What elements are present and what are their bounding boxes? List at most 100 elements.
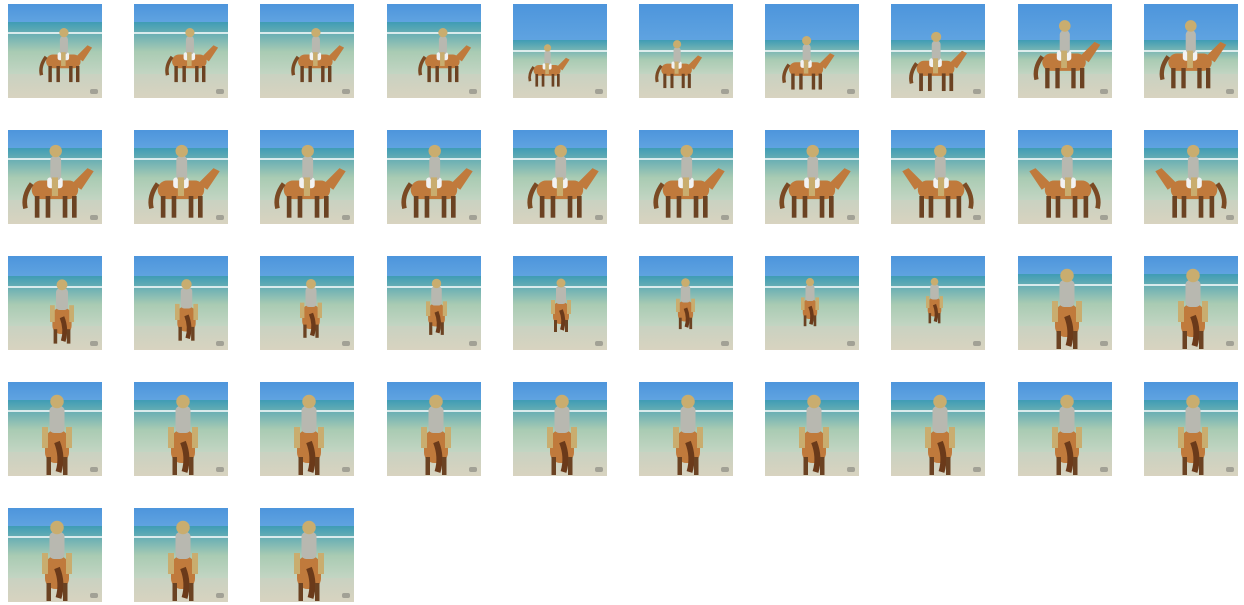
gallery-thumbnail[interactable] xyxy=(260,130,354,224)
sky-area xyxy=(891,256,985,276)
horse-rider-icon xyxy=(291,28,345,83)
watermark-logo xyxy=(973,215,981,220)
gallery-thumbnail[interactable] xyxy=(387,382,481,476)
watermark-logo xyxy=(342,593,350,598)
horse-rider-icon xyxy=(42,394,72,475)
sky-area xyxy=(765,256,859,276)
gallery-thumbnail[interactable] xyxy=(134,4,228,98)
watermark-logo xyxy=(973,467,981,472)
horse-rider-icon xyxy=(547,394,577,475)
gallery-thumbnail[interactable] xyxy=(1018,4,1112,98)
watermark-logo xyxy=(973,341,981,346)
gallery-thumbnail[interactable] xyxy=(639,130,733,224)
watermark-logo xyxy=(90,593,98,598)
watermark-logo xyxy=(90,215,98,220)
gallery-thumbnail[interactable] xyxy=(639,382,733,476)
horse-rider-icon xyxy=(50,279,74,344)
horse-rider-icon xyxy=(401,144,473,218)
horse-rider-icon xyxy=(294,394,324,475)
gallery-thumbnail[interactable] xyxy=(260,256,354,350)
gallery-thumbnail[interactable] xyxy=(1018,382,1112,476)
watermark-logo xyxy=(1100,467,1108,472)
gallery-thumbnail[interactable] xyxy=(891,382,985,476)
gallery-thumbnail[interactable] xyxy=(1144,382,1238,476)
gallery-thumbnail[interactable] xyxy=(260,508,354,602)
watermark-logo xyxy=(216,89,224,94)
watermark-logo xyxy=(721,467,729,472)
gallery-thumbnail[interactable] xyxy=(8,256,102,350)
horse-rider-icon xyxy=(426,278,447,335)
watermark-logo xyxy=(216,593,224,598)
gallery-thumbnail[interactable] xyxy=(513,130,607,224)
gallery-thumbnail[interactable] xyxy=(891,4,985,98)
horse-rider-icon xyxy=(1178,268,1208,349)
watermark-logo xyxy=(595,215,603,220)
gallery-thumbnail[interactable] xyxy=(134,256,228,350)
sky-area xyxy=(260,256,354,276)
watermark-logo xyxy=(847,467,855,472)
gallery-thumbnail[interactable] xyxy=(260,4,354,98)
gallery-thumbnail[interactable] xyxy=(1144,130,1238,224)
gallery-thumbnail[interactable] xyxy=(8,508,102,602)
watermark-logo xyxy=(595,467,603,472)
watermark-logo xyxy=(469,467,477,472)
gallery-thumbnail[interactable] xyxy=(513,256,607,350)
watermark-logo xyxy=(721,89,729,94)
horse-rider-icon xyxy=(42,520,72,601)
horse-rider-icon xyxy=(551,278,571,332)
sand-area xyxy=(891,326,985,350)
gallery-thumbnail[interactable] xyxy=(1144,4,1238,98)
gallery-thumbnail[interactable] xyxy=(513,382,607,476)
gallery-thumbnail[interactable] xyxy=(8,4,102,98)
watermark-logo xyxy=(1100,341,1108,346)
watermark-logo xyxy=(469,341,477,346)
gallery-thumbnail[interactable] xyxy=(639,256,733,350)
watermark-logo xyxy=(342,467,350,472)
watermark-logo xyxy=(1226,89,1234,94)
gallery-thumbnail[interactable] xyxy=(134,130,228,224)
gallery-thumbnail[interactable] xyxy=(765,4,859,98)
gallery-thumbnail[interactable] xyxy=(387,130,481,224)
sky-area xyxy=(639,256,733,276)
gallery-thumbnail[interactable] xyxy=(513,4,607,98)
sky-area xyxy=(8,256,102,276)
horse-rider-icon xyxy=(1155,144,1227,218)
horse-rider-icon xyxy=(527,144,599,218)
thumbnail-gallery xyxy=(0,0,1244,605)
watermark-logo xyxy=(1226,341,1234,346)
gallery-thumbnail[interactable] xyxy=(1018,130,1112,224)
gallery-thumbnail[interactable] xyxy=(134,508,228,602)
gallery-thumbnail[interactable] xyxy=(260,382,354,476)
horse-rider-icon xyxy=(782,35,835,90)
gallery-thumbnail[interactable] xyxy=(1018,256,1112,350)
watermark-logo xyxy=(90,89,98,94)
horse-rider-icon xyxy=(925,394,955,475)
gallery-thumbnail[interactable] xyxy=(891,130,985,224)
horse-rider-icon xyxy=(1033,20,1101,89)
watermark-logo xyxy=(90,341,98,346)
watermark-logo xyxy=(847,341,855,346)
gallery-thumbnail[interactable] xyxy=(134,382,228,476)
sky-area xyxy=(513,256,607,276)
watermark-logo xyxy=(1100,215,1108,220)
watermark-logo xyxy=(216,341,224,346)
gallery-thumbnail[interactable] xyxy=(8,382,102,476)
gallery-thumbnail[interactable] xyxy=(891,256,985,350)
horse-rider-icon xyxy=(168,520,198,601)
watermark-logo xyxy=(847,89,855,94)
gallery-thumbnail[interactable] xyxy=(387,4,481,98)
gallery-thumbnail[interactable] xyxy=(8,130,102,224)
watermark-logo xyxy=(342,215,350,220)
watermark-logo xyxy=(90,467,98,472)
gallery-thumbnail[interactable] xyxy=(765,130,859,224)
gallery-thumbnail[interactable] xyxy=(765,382,859,476)
horse-rider-icon xyxy=(909,31,968,92)
gallery-thumbnail[interactable] xyxy=(639,4,733,98)
horse-rider-icon xyxy=(1052,394,1082,475)
watermark-logo xyxy=(469,89,477,94)
gallery-thumbnail[interactable] xyxy=(765,256,859,350)
gallery-thumbnail[interactable] xyxy=(1144,256,1238,350)
horse-rider-icon xyxy=(799,394,829,475)
horse-rider-icon xyxy=(22,144,94,218)
gallery-thumbnail[interactable] xyxy=(387,256,481,350)
